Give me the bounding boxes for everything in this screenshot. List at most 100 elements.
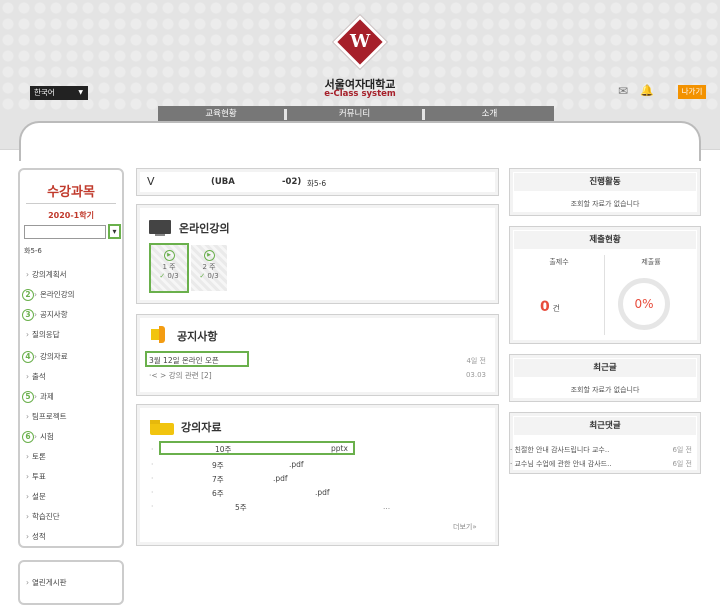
megaphone-bell [159, 326, 165, 343]
week-2-lecture[interactable]: ▶ 2 주 ✓ 0/3 [191, 245, 227, 291]
notice-date: 4일 전 [466, 357, 486, 365]
course-dropdown-button[interactable]: ▾ [108, 224, 121, 239]
notice-title: 공지사항 [177, 330, 218, 343]
sidebar-item[interactable]: 6 › 시험 [22, 431, 54, 443]
callout-number: 2 [22, 289, 34, 301]
check-icon: ᐯ [147, 175, 155, 188]
material-ext: ... [383, 502, 391, 511]
activity-title: 진행활동 [514, 173, 696, 191]
sidebar-item[interactable]: 5 › 과제 [22, 391, 54, 403]
logout-button[interactable]: 나가기 [678, 85, 706, 99]
sidebar-item[interactable]: › 투표 [26, 471, 46, 483]
course-select[interactable] [24, 225, 106, 239]
system-name: e-Class system [324, 89, 396, 99]
notice-panel: 공지사항 3월 12일 온라인 오픈 4일 전 ·< > 강의 관련 [2] 0… [136, 314, 499, 396]
sidebar-item[interactable]: 3 › 공지사항 [22, 309, 68, 321]
bullet: · [151, 460, 154, 469]
logo-letter: W [350, 31, 371, 52]
course-section: -02) [282, 177, 302, 187]
sidebar-item[interactable]: 4 › 강의자료 [22, 351, 68, 363]
material-ext: .pdf [315, 488, 330, 497]
arrow-icon: › [26, 412, 29, 421]
notice-item[interactable]: ·< > 강의 관련 [2] [149, 370, 212, 381]
sidebar-item-label: 토론 [32, 452, 46, 461]
callout-number: 6 [22, 431, 34, 443]
comment-item[interactable]: · 친절한 안내 감사드립니다 교수.. [510, 445, 609, 455]
highlight-box [159, 441, 355, 455]
comment-item[interactable]: · 교수님 수업에 관한 안내 감사드.. [510, 459, 612, 469]
sidebar-title: 수강과목 [47, 185, 95, 200]
sidebar-item-open-board[interactable]: › 열린게시판 [26, 577, 67, 589]
activity-panel: 진행활동 조회할 자료가 없습니다 [509, 168, 701, 216]
more-link[interactable]: 더보기» [453, 522, 477, 532]
submission-rate-gauge: 0% [618, 278, 670, 330]
play-icon: ▶ [203, 250, 215, 261]
megaphone-icon [151, 329, 159, 340]
count-unit: 건 [552, 304, 560, 313]
semester-label: 2020-1학기 [48, 211, 94, 220]
check-icon: ✓ [199, 272, 206, 280]
course-code: (UBA [211, 177, 235, 187]
arrow-icon: › [34, 432, 37, 441]
bell-icon[interactable]: 🔔 [640, 84, 654, 97]
arrow-icon: › [34, 352, 37, 361]
bullet: · [151, 502, 154, 511]
bullet: · [151, 488, 154, 497]
arrow-icon: › [26, 270, 29, 279]
sidebar-item-label: 시험 [40, 432, 54, 441]
open-board-box: › 열린게시판 [18, 560, 124, 605]
course-title-bar: ᐯ (UBA -02) 화5-6 [136, 168, 499, 196]
comment-date: 6일 전 [672, 446, 692, 454]
sidebar-item[interactable]: › 성적 [26, 531, 46, 543]
sidebar-item-label: 강의계획서 [32, 270, 67, 279]
notice-item[interactable]: 3월 12일 온라인 오픈 [149, 355, 219, 366]
course-time: 화5-6 [307, 179, 327, 188]
material-week[interactable]: 5주 [235, 502, 247, 513]
recent-posts-empty: 조회할 자료가 없습니다 [570, 386, 640, 394]
mail-icon[interactable]: ✉ [618, 84, 628, 98]
sidebar-item[interactable]: › 질의응답 [26, 329, 60, 341]
materials-panel: 강의자료 · 10주 pptx · 9주 .pdf · 7주 .pdf · 6주… [136, 404, 499, 546]
sidebar-item[interactable]: › 팀프로젝트 [26, 411, 67, 423]
sidebar-item-label: 열린게시판 [32, 578, 67, 587]
material-week[interactable]: 9주 [212, 460, 224, 471]
material-week[interactable]: 7주 [212, 474, 224, 485]
course-sidebar: 수강과목 2020-1학기 1 ▾ 화5-6 ›강의계획서2›온라인강의3›공지… [18, 168, 124, 548]
comment-date: 6일 전 [672, 460, 692, 468]
sidebar-item[interactable]: › 학습진단 [26, 511, 60, 523]
week-progress: 0/3 [207, 272, 219, 280]
monitor-icon [149, 220, 171, 234]
submission-panel: 제출현황 출제수 제출률 0 건 0% [509, 226, 701, 344]
chevron-down-icon: ▾ [112, 227, 117, 236]
language-select[interactable]: 한국어 ▼ [30, 86, 88, 100]
sidebar-item-label: 학습진단 [32, 512, 60, 521]
material-ext: .pdf [289, 460, 304, 469]
material-week[interactable]: 6주 [212, 488, 224, 499]
arrow-icon: › [26, 372, 29, 381]
bullet: · [151, 445, 154, 454]
sidebar-item-label: 질의응답 [32, 330, 60, 339]
sidebar-item[interactable]: › 강의계획서 [26, 269, 67, 281]
folder-icon [150, 423, 174, 435]
sidebar-item[interactable]: › 설문 [26, 491, 46, 503]
course-time: 화5-6 [24, 247, 42, 255]
sidebar-item[interactable]: 2 › 온라인강의 [22, 289, 75, 301]
chevron-down-icon: ▼ [78, 89, 83, 96]
sidebar-item[interactable]: › 토론 [26, 451, 46, 463]
submission-count: 0 [540, 299, 550, 315]
sidebar-item-label: 온라인강의 [40, 290, 75, 299]
recent-posts-panel: 최근글 조회할 자료가 없습니다 [509, 354, 701, 402]
activity-empty: 조회할 자료가 없습니다 [570, 200, 640, 208]
notice-date: 03.03 [465, 371, 486, 379]
arrow-icon: › [26, 492, 29, 501]
week-label: 2 주 [202, 263, 216, 271]
material-ext: .pdf [273, 474, 288, 483]
callout-number: 5 [22, 391, 34, 403]
online-lecture-title: 온라인강의 [179, 222, 230, 235]
sidebar-item-label: 공지사항 [40, 310, 68, 319]
sidebar-item[interactable]: › 출석 [26, 371, 46, 383]
material-week[interactable]: 10주 [215, 444, 231, 455]
divider [26, 203, 116, 204]
sidebar-item-label: 설문 [32, 492, 46, 501]
sidebar-item-label: 투표 [32, 472, 46, 481]
